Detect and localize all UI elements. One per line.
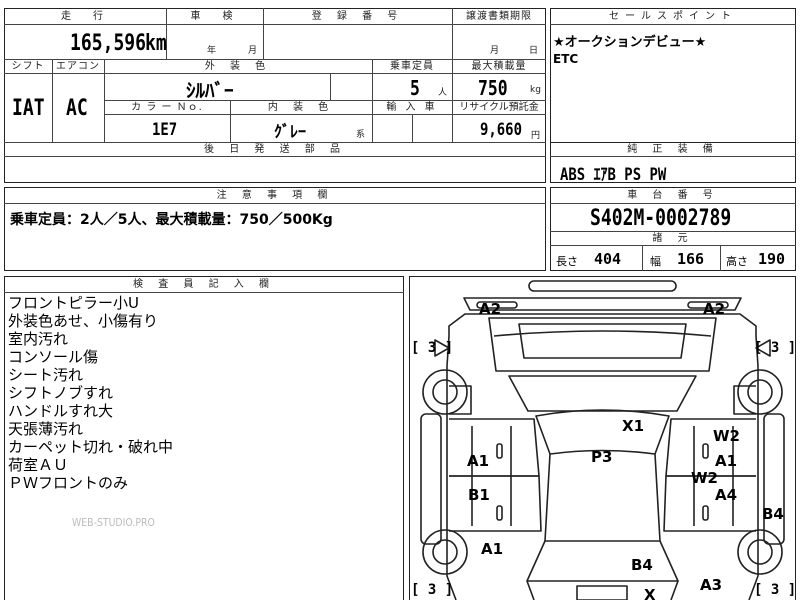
transfer-day-label: 日 (529, 46, 539, 56)
aircon-value: AC (66, 96, 88, 121)
color-no-header: カ ラ ー Ｎｏ. (131, 102, 203, 113)
damage-mark: A1 (467, 452, 490, 470)
remark-line: ハンドルすれ大 (8, 402, 114, 420)
sales-points-header: セールスポイント (609, 11, 737, 22)
chassis-number: S402M-0002789 (590, 206, 732, 231)
damage-mark: A3 (700, 576, 723, 594)
spec-header: 諸 元 (652, 233, 694, 244)
inspector-header: 検 査 員 記 入 欄 (133, 279, 275, 290)
remark-line: 荷室ＡＵ (8, 456, 69, 474)
damage-mark: A1 (715, 452, 738, 470)
damage-mark: B4 (631, 556, 653, 574)
damage-mark: A4 (715, 486, 738, 504)
length-label: 長さ (556, 255, 578, 268)
interior-color-header: 内 装 色 (267, 102, 335, 113)
capacity-unit: 人 (438, 88, 448, 98)
exterior-color-header: 外 装 色 (204, 61, 272, 72)
remark-line: シフトノブすれ (8, 384, 114, 402)
recycle-fee-value: 9,660 (480, 120, 522, 140)
capacity-header: 乗車定員 (390, 61, 434, 72)
inspection-month-label: 月 (248, 46, 258, 56)
remark-line: フロントピラー小U (8, 294, 139, 312)
remark-line: 天張薄汚れ (8, 420, 84, 438)
damage-mark: P3 (591, 448, 613, 466)
max-load-value: 750 (478, 76, 508, 100)
max-load-unit: kg (530, 85, 541, 95)
inspector-remarks: フロントピラー小U 外装色あせ、小傷有り 室内汚れ コンソール傷 シート汚れ シ… (8, 294, 173, 492)
remark-line: シート汚れ (8, 366, 84, 384)
chassis-header: 車 台 番 号 (627, 190, 719, 201)
width-value: 166 (677, 250, 705, 268)
later-parts-header: 後 日 発 送 部 品 (204, 144, 346, 155)
damage-mark: B1 (468, 486, 490, 504)
capacity-value: 5 (410, 76, 420, 100)
equipment-value: ABS ｴｱB PS PW (560, 165, 667, 185)
mileage-header: 走 行 (61, 11, 109, 22)
color-no-value: 1E7 (152, 120, 178, 140)
shift-header: シフト (11, 61, 45, 72)
inspection-year-label: 年 (207, 46, 217, 56)
shift-value: IAT (12, 96, 45, 121)
sales-point-line: ★オークションデビュー★ (553, 35, 707, 50)
sales-point-line: ETC (553, 52, 579, 66)
tread-mark-front-left: [ 3 ] (411, 340, 454, 356)
remark-line: カーペット切れ・破れ中 (8, 438, 174, 456)
damage-mark: A2 (479, 300, 502, 318)
damage-mark: A1 (481, 540, 504, 558)
remark-line: 外装色あせ、小傷有り (8, 312, 159, 330)
max-load-header: 最大積載量 (471, 61, 527, 72)
interior-color-suffix: 系 (356, 130, 366, 140)
damage-mark: W2 (713, 427, 740, 445)
tread-mark-rear-right: [ 3 ] (754, 582, 797, 598)
damage-mark: X1 (622, 417, 645, 435)
inspection-header: 車 検 (190, 11, 239, 22)
recycle-header: リサイクル預託金 (459, 102, 539, 113)
registration-header: 登 録 番 号 (311, 11, 404, 22)
import-header: 輸 入 車 (386, 102, 438, 113)
recycle-fee-unit: 円 (531, 131, 541, 141)
damage-mark: B4 (762, 505, 784, 523)
damage-mark: X (644, 586, 656, 600)
damage-mark: W2 (691, 469, 718, 487)
remark-line: 室内汚れ (8, 330, 69, 348)
length-value: 404 (594, 250, 622, 268)
transfer-month-label: 月 (490, 46, 500, 56)
mileage-unit: km (145, 31, 167, 56)
tread-mark-front-right: [ 3 ] (754, 340, 797, 356)
interior-color-value: ｸﾞﾚｰ (274, 122, 307, 141)
equipment-header: 純 正 装 備 (627, 144, 719, 155)
height-value: 190 (758, 250, 786, 268)
aircon-header: エアコン (56, 61, 100, 72)
notes-text: 乗車定員：2人／5人、最大積載量：750／500Kg (10, 212, 333, 228)
width-label: 幅 (650, 255, 661, 268)
watermark: WEB-STUDIO.PRO (72, 516, 155, 529)
remark-line: コンソール傷 (8, 348, 99, 366)
transfer-deadline-header: 譲渡書類期限 (466, 11, 532, 22)
mileage-value: 165,596 (70, 31, 147, 56)
sales-points-box (550, 8, 796, 143)
remark-line: ＰＷフロントのみ (8, 474, 129, 492)
tread-mark-rear-left: [ 3 ] (411, 582, 454, 598)
notes-header: 注 意 事 項 欄 (216, 190, 334, 201)
height-label: 高さ (726, 255, 748, 268)
damage-mark: A2 (703, 300, 726, 318)
exterior-color-value: ｼﾙﾊﾞｰ (186, 80, 234, 102)
